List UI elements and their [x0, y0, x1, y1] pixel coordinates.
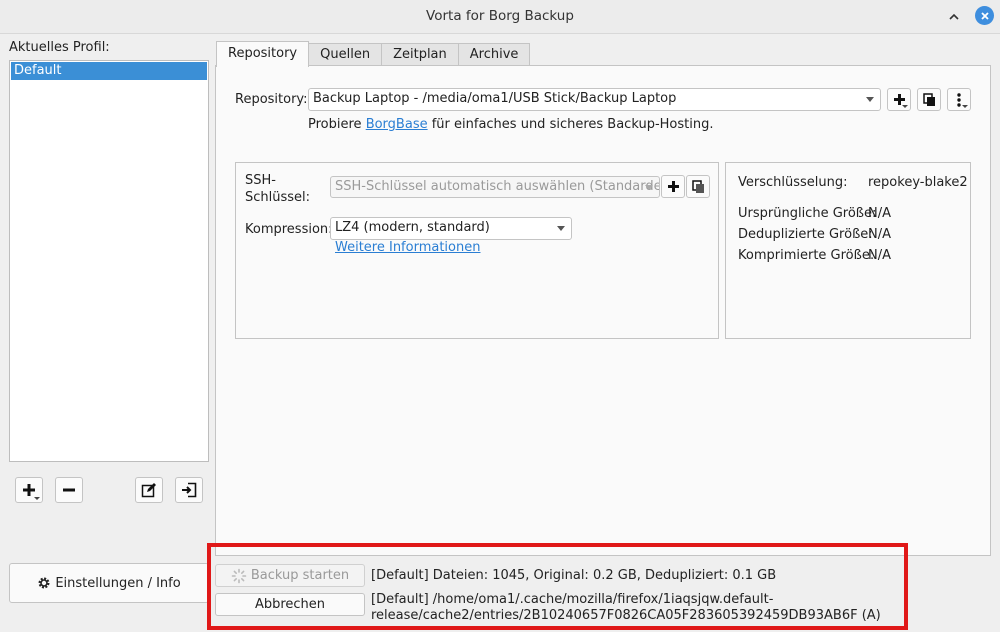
compression-select-value: LZ4 (modern, standard) — [335, 220, 490, 235]
current-file-status-text: [Default] /home/oma1/.cache/mozilla/fire… — [371, 592, 881, 623]
copy-icon — [922, 92, 935, 106]
tab-quellen[interactable]: Quellen — [308, 43, 383, 67]
original-size-value: N/A — [868, 206, 891, 221]
copy-repository-button[interactable] — [917, 88, 941, 111]
compressed-size-value: N/A — [868, 248, 891, 263]
settings-button-label: Einstellungen / Info — [55, 575, 181, 591]
add-ssh-key-button[interactable] — [661, 175, 685, 198]
profile-item-default[interactable]: Default — [11, 62, 207, 80]
settings-button[interactable]: Einstellungen / Info — [9, 563, 209, 603]
spinner-icon — [231, 568, 247, 583]
hint-prefix: Probiere — [308, 117, 366, 132]
repository-select[interactable]: Backup Laptop - /media/oma1/USB Stick/Ba… — [308, 88, 881, 111]
tab-zeitplan[interactable]: Zeitplan — [381, 43, 459, 67]
compressed-size-label: Komprimierte Größe: — [738, 248, 875, 263]
import-icon — [182, 482, 197, 498]
remove-profile-button[interactable] — [55, 477, 83, 503]
dropdown-arrow-icon — [962, 105, 968, 108]
tab-archive[interactable]: Archive — [457, 43, 531, 67]
chevron-down-icon — [645, 185, 653, 190]
plus-icon — [667, 181, 679, 192]
hint-suffix: für einfaches und sicheres Backup-Hostin… — [427, 117, 714, 132]
dedup-size-label: Deduplizierte Größe: — [738, 227, 873, 242]
chevron-down-icon — [866, 97, 874, 102]
borgbase-link[interactable]: BorgBase — [366, 117, 428, 132]
ssh-key-select[interactable]: SSH-Schlüssel automatisch auswählen (Sta… — [330, 176, 660, 198]
profile-list[interactable]: Default — [9, 60, 209, 462]
tab-repository[interactable]: Repository — [216, 41, 310, 67]
borgbase-hint: Probiere BorgBase für einfaches und sich… — [308, 117, 713, 132]
start-backup-label: Backup starten — [250, 568, 350, 583]
ssh-key-select-value: SSH-Schlüssel automatisch auswählen (Sta… — [335, 179, 660, 194]
backup-status-text: [Default] Dateien: 1045, Original: 0.2 G… — [371, 568, 777, 583]
title-bar: Vorta for Borg Backup — [0, 0, 1000, 34]
start-backup-button[interactable]: Backup starten — [215, 564, 365, 587]
gear-icon — [38, 577, 50, 589]
encryption-value: repokey-blake2 — [868, 175, 968, 190]
original-size-label: Ursprüngliche Größe: — [738, 206, 877, 221]
chevron-down-icon — [557, 226, 565, 231]
dropdown-arrow-icon — [34, 497, 40, 500]
cancel-button[interactable]: Abbrechen — [215, 593, 365, 616]
edit-icon — [141, 483, 156, 498]
compression-label: Kompression: — [245, 222, 333, 237]
plus-icon — [23, 484, 35, 496]
encryption-label: Verschlüsselung: — [738, 175, 848, 190]
edit-profile-button[interactable] — [135, 477, 163, 503]
dedup-size-value: N/A — [868, 227, 891, 242]
add-repository-button[interactable] — [887, 88, 911, 111]
copy-ssh-key-button[interactable] — [686, 175, 710, 198]
window-title: Vorta for Borg Backup — [426, 8, 574, 24]
more-options-button[interactable] — [947, 88, 971, 111]
more-info-link[interactable]: Weitere Informationen — [335, 240, 480, 255]
add-profile-button[interactable] — [15, 477, 43, 503]
minimize-icon[interactable] — [944, 7, 964, 27]
repository-select-value: Backup Laptop - /media/oma1/USB Stick/Ba… — [313, 91, 677, 106]
profile-label: Aktuelles Profil: — [9, 40, 110, 55]
repository-label: Repository: — [235, 92, 308, 107]
tab-bar: Repository Quellen Zeitplan Archive — [216, 41, 531, 67]
dropdown-arrow-icon — [902, 105, 908, 108]
import-profile-button[interactable] — [175, 477, 203, 503]
copy-icon — [691, 179, 704, 193]
ssh-key-label: SSH-Schlüssel: — [245, 173, 311, 205]
close-icon[interactable] — [975, 6, 994, 25]
compression-select[interactable]: LZ4 (modern, standard) — [330, 217, 572, 240]
minus-icon — [63, 488, 75, 492]
